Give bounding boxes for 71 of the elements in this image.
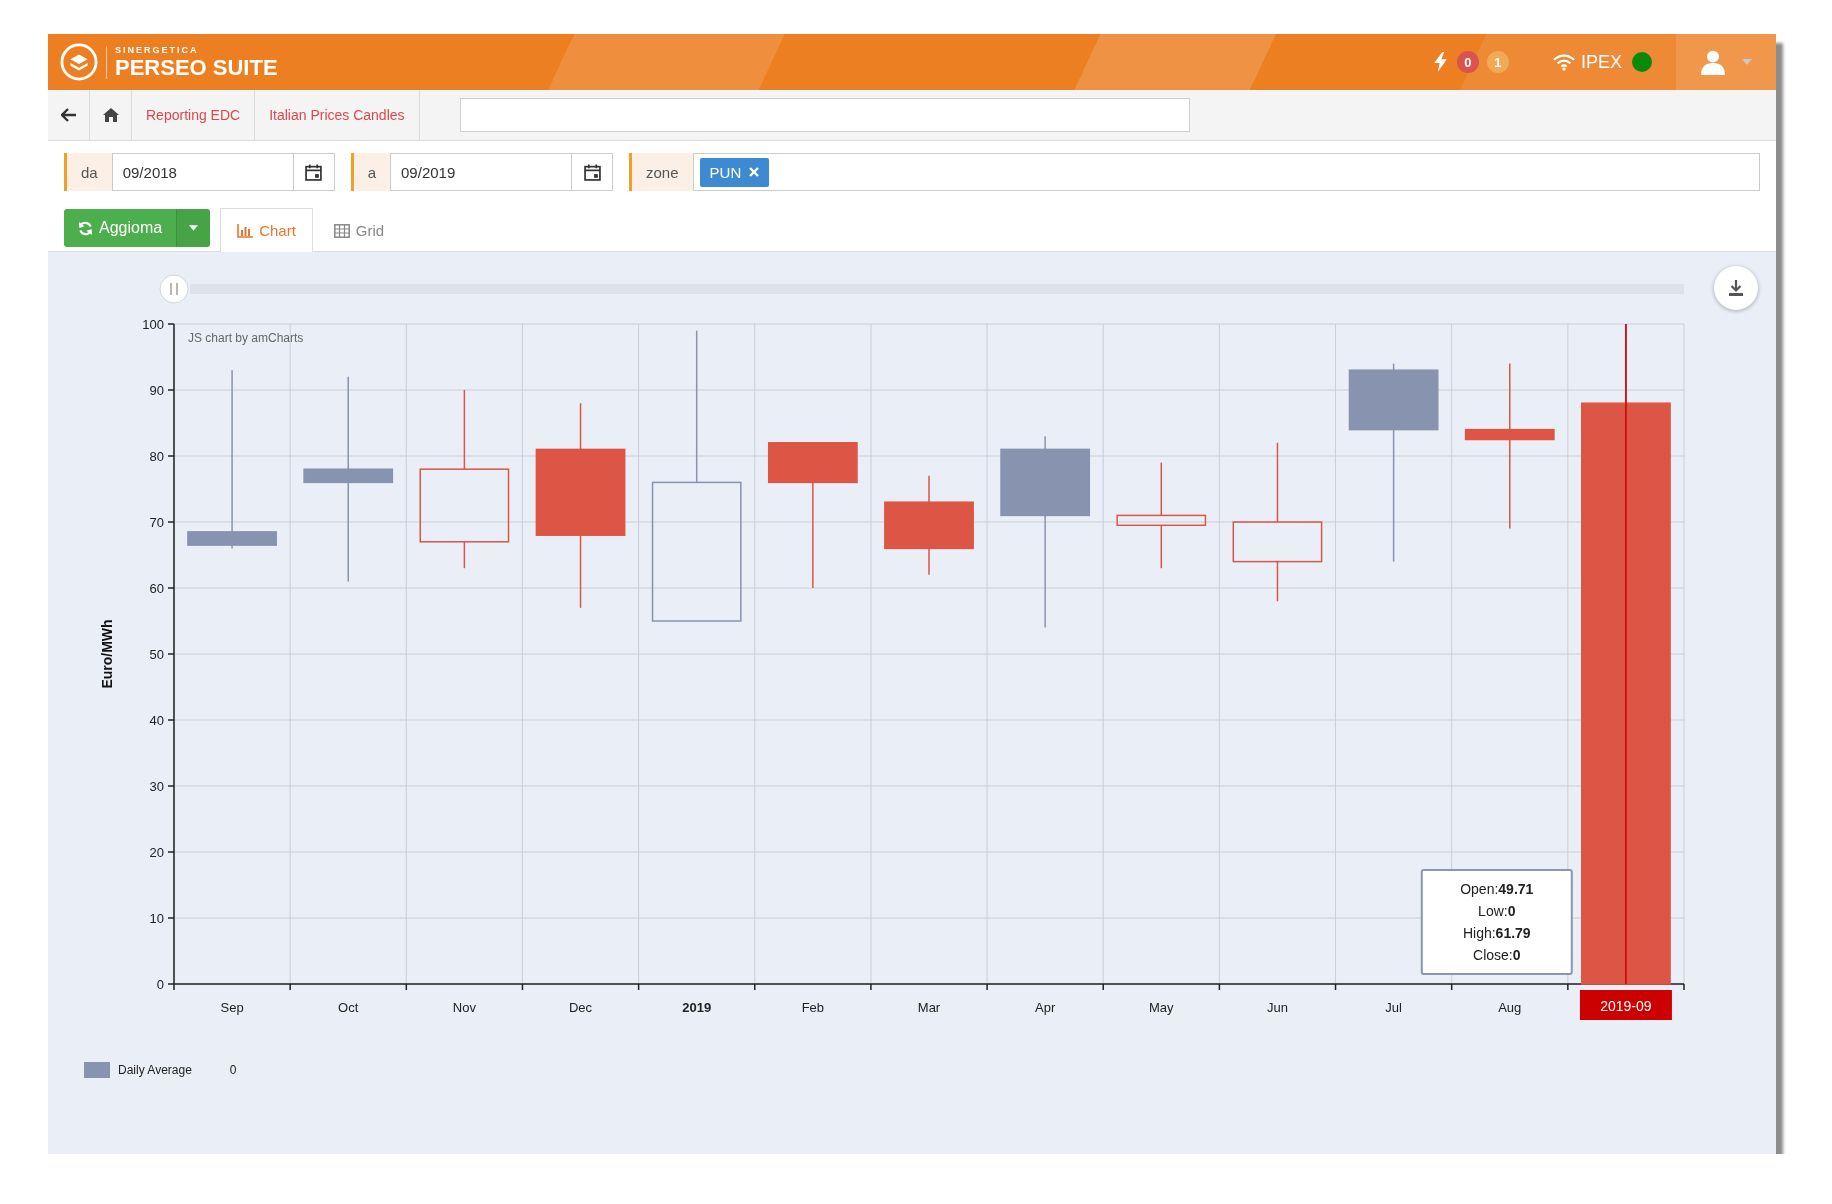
breadcrumb-link[interactable]: Reporting EDC: [132, 90, 256, 140]
calendar-icon: [583, 163, 601, 181]
x-axis-label: Sep: [220, 1000, 244, 1015]
tag-input-field[interactable]: PUN: [692, 153, 1760, 191]
cursor-label: 2019-09: [1579, 990, 1672, 1020]
download-icon: [1729, 280, 1743, 296]
y-axis-label: 10: [149, 911, 164, 926]
x-axis-label: Oct: [338, 1000, 359, 1015]
home-icon: [102, 108, 119, 122]
field-label: zone: [629, 153, 693, 191]
y-axis-label: 0: [156, 977, 164, 992]
field-label: da: [64, 153, 112, 191]
calendar-icon: [305, 163, 323, 181]
y-axis-label: 90: [149, 383, 164, 398]
back-arrow-icon: [60, 108, 77, 122]
refresh-icon: [78, 220, 93, 236]
logo-icon: [60, 43, 98, 81]
view-tab[interactable]: Chart: [220, 208, 313, 252]
dropdown-button[interactable]: [176, 209, 211, 247]
legend-value: 0: [229, 1063, 237, 1077]
x-axis-label: May: [1149, 1000, 1174, 1015]
alert-count-badge[interactable]: 0: [1456, 51, 1479, 73]
calendar-button[interactable]: [292, 153, 335, 191]
x-axis-label: Mar: [917, 1000, 941, 1015]
brand-name: SINERGETICA: [115, 45, 200, 55]
caret-icon: [189, 225, 199, 231]
alert-count-badge[interactable]: 1: [1486, 51, 1509, 73]
date-field[interactable]: 09/2018: [111, 153, 293, 191]
x-axis-label: 2019: [682, 1000, 712, 1015]
y-axis-label: 30: [149, 779, 164, 794]
connection-label: IPEX: [1580, 51, 1622, 73]
user-menu-button[interactable]: [1676, 34, 1776, 90]
x-axis-label: Dec: [569, 1000, 593, 1015]
tooltip-text: Open:49.71: [1460, 881, 1534, 897]
legend-label: Daily Average: [118, 1063, 192, 1077]
grid-icon: [333, 223, 350, 238]
date-field[interactable]: 09/2019: [390, 153, 572, 191]
zone-tag[interactable]: PUN: [699, 157, 770, 187]
x-axis-label: Feb: [801, 1000, 825, 1015]
tooltip-text: Close:0: [1473, 947, 1521, 963]
x-axis-label: Jul: [1385, 1000, 1402, 1015]
y-axis-label: 40: [149, 713, 164, 728]
y-axis-label: 70: [149, 515, 164, 530]
caret-icon: [1742, 59, 1752, 65]
y-axis-label: 20: [149, 845, 164, 860]
chart-credit-link[interactable]: JS chart by amCharts: [188, 331, 304, 345]
y-axis-title: Euro/MWh: [99, 619, 115, 689]
x-axis-label: Aug: [1498, 1000, 1522, 1015]
tooltip-text: High:61.79: [1462, 925, 1531, 941]
input-field[interactable]: [459, 98, 1190, 132]
bar-chart-icon: [237, 223, 254, 238]
calendar-button[interactable]: [571, 153, 614, 191]
x-axis-label: Jun: [1267, 1000, 1288, 1015]
user-icon: [1700, 49, 1726, 75]
download-button[interactable]: [1714, 266, 1758, 310]
y-axis-label: 50: [149, 647, 164, 662]
tooltip-text: Low:0: [1478, 903, 1516, 919]
breadcrumb-link[interactable]: Italian Prices Candles: [255, 90, 420, 140]
lightning-icon[interactable]: [1433, 52, 1447, 72]
y-axis-label: 60: [149, 581, 164, 596]
field-label: a: [350, 153, 391, 191]
y-axis-label: 100: [142, 317, 164, 332]
wifi-icon: [1552, 53, 1575, 71]
y-axis-label: 80: [149, 449, 164, 464]
product-name: PERSEO SUITE: [115, 56, 278, 79]
x-axis-label: Apr: [1035, 1000, 1056, 1015]
refresh-button[interactable]: Aggioma: [64, 209, 177, 247]
view-tab[interactable]: Grid: [316, 208, 402, 252]
x-axis-label: Nov: [452, 1000, 476, 1015]
remove-icon: [749, 167, 760, 177]
scrollbar-grip-icon[interactable]: [159, 274, 189, 304]
